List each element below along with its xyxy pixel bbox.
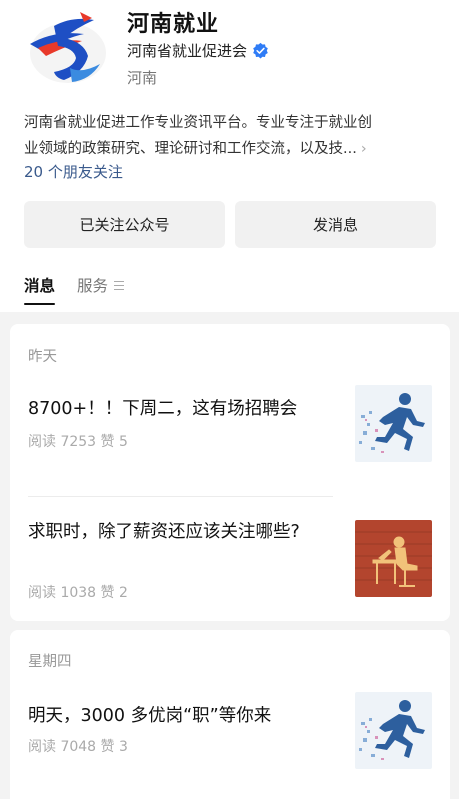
day-group-card: 昨天 8700+！！下周二，这有场招聘会 阅读 7253 赞 5 求职时，除了薪…	[10, 324, 450, 621]
article-title: 8700+！！下周二，这有场招聘会	[28, 399, 298, 419]
day-label: 星期四	[28, 654, 72, 670]
description-line-2: 业领域的政策研究、理论研讨和工作交流，以及技... ›	[24, 136, 436, 162]
article-stats: 阅读 7253 赞 5	[28, 434, 128, 450]
account-header: 河南就业 河南省就业促进会 河南 河南省就业促进工作专业资讯平台。专业专注于就业…	[0, 0, 459, 320]
tab-service-label: 服务	[77, 277, 109, 295]
verified-badge-icon[interactable]	[252, 42, 269, 59]
description-line-1: 河南省就业促进工作专业资讯平台。专业专注于就业创	[24, 115, 372, 131]
day-group-card: 星期四 明天，3000 多优岗“职”等你来 阅读 7048 赞 3	[10, 630, 450, 799]
article-title: 明天，3000 多优岗“职”等你来	[28, 706, 272, 726]
running-man-icon	[355, 385, 432, 462]
article-item[interactable]: 求职时，除了薪资还应该关注哪些? 阅读 1038 赞 2	[28, 510, 432, 601]
tab-messages[interactable]: 消息	[24, 274, 56, 305]
account-org: 河南省就业促进会	[127, 42, 248, 60]
account-region: 河南	[127, 69, 158, 87]
article-title: 求职时，除了薪资还应该关注哪些?	[28, 522, 300, 542]
article-stats: 阅读 7048 赞 3	[28, 739, 128, 755]
friends-following-link[interactable]: 20 个朋友关注	[24, 161, 123, 182]
send-message-button[interactable]: 发消息	[235, 201, 436, 248]
henan-employment-logo	[30, 12, 106, 83]
chevron-right-icon: ›	[360, 141, 367, 157]
article-item[interactable]: 8700+！！下周二，这有场招聘会 阅读 7253 赞 5	[28, 385, 432, 463]
article-stats: 阅读 1038 赞 2	[28, 585, 128, 601]
account-description[interactable]: 河南省就业促进工作专业资讯平台。专业专注于就业创 业领域的政策研究、理论研讨和工…	[24, 110, 436, 162]
menu-icon	[114, 280, 125, 290]
followed-button[interactable]: 已关注公众号	[24, 201, 225, 248]
day-label: 昨天	[28, 349, 57, 365]
content-tabs: 消息 服务	[24, 274, 125, 305]
article-divider	[28, 496, 333, 497]
desk-worker-icon	[355, 520, 432, 597]
running-man-icon	[355, 692, 432, 769]
account-org-line: 河南省就业促进会	[127, 40, 269, 61]
tab-service[interactable]: 服务	[77, 274, 125, 296]
description-line-2-text: 业领域的政策研究、理论研讨和工作交流，以及技...	[24, 141, 357, 157]
account-name: 河南就业	[127, 12, 220, 37]
article-item[interactable]: 明天，3000 多优岗“职”等你来 阅读 7048 赞 3	[28, 692, 432, 770]
message-feed: 昨天 8700+！！下周二，这有场招聘会 阅读 7253 赞 5 求职时，除了薪…	[0, 312, 459, 799]
